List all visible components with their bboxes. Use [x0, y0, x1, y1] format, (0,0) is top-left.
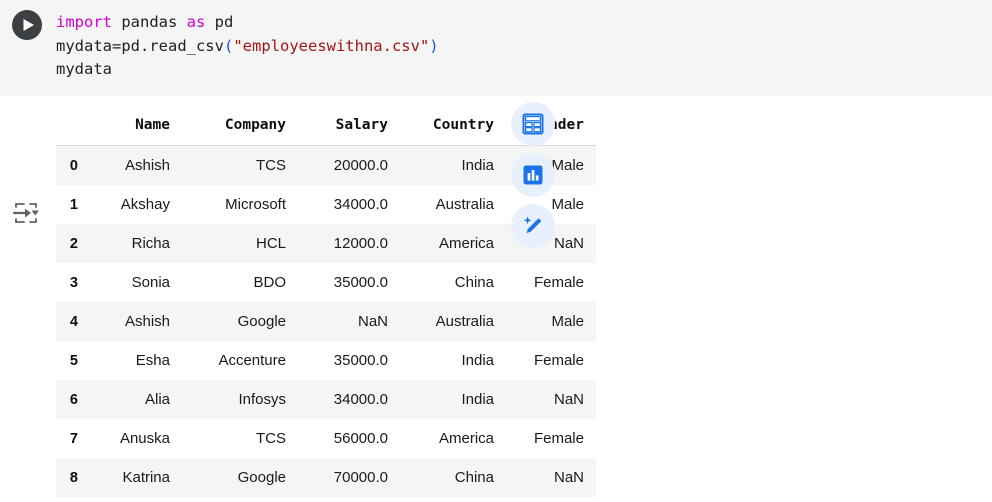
suggest-code-button[interactable]: [511, 204, 555, 248]
generate-charts-button[interactable]: [511, 153, 555, 197]
cell-name: Akshay: [84, 185, 182, 224]
cell-salary: 70000.0: [298, 458, 400, 497]
cell-name: Ashish: [84, 146, 182, 186]
table-row: 4AshishGoogleNaNAustraliaMale: [56, 302, 596, 341]
cell-country: Australia: [400, 302, 506, 341]
cell-salary: 35000.0: [298, 263, 400, 302]
play-icon: [12, 10, 42, 40]
output-action-buttons: [511, 102, 555, 248]
table-row: 6AliaInfosys34000.0IndiaNaN: [56, 380, 596, 419]
cell-company: TCS: [182, 146, 298, 186]
cell-salary: 12000.0: [298, 224, 400, 263]
cell-salary: 20000.0: [298, 146, 400, 186]
cell-gender: Female: [506, 341, 596, 380]
cell-gender: Female: [506, 419, 596, 458]
code-editor[interactable]: import pandas as pdmydata=pd.read_csv("e…: [56, 11, 439, 82]
cell-company: Accenture: [182, 341, 298, 380]
row-index: 1: [56, 185, 84, 224]
cell-gender: Male: [506, 302, 596, 341]
row-index: 0: [56, 146, 84, 186]
code-token-pln: mydata=pd.read_csv: [56, 37, 224, 55]
bar-chart-icon: [521, 163, 545, 187]
code-token-kw: import: [56, 13, 112, 31]
code-cell: import pandas as pdmydata=pd.read_csv("e…: [0, 0, 992, 96]
row-index: 3: [56, 263, 84, 302]
cell-name: Sonia: [84, 263, 182, 302]
code-token-par: (: [224, 37, 233, 55]
row-index: 4: [56, 302, 84, 341]
cell-salary: 35000.0: [298, 341, 400, 380]
cell-name: Anuska: [84, 419, 182, 458]
column-header-company: Company: [182, 104, 298, 146]
table-row: 5EshaAccenture35000.0IndiaFemale: [56, 341, 596, 380]
code-token-pln: pd: [205, 13, 233, 31]
column-header-index: [56, 104, 84, 146]
cell-salary: NaN: [298, 302, 400, 341]
cell-name: Richa: [84, 224, 182, 263]
cell-name: Katrina: [84, 458, 182, 497]
cell-country: India: [400, 341, 506, 380]
cell-name: Alia: [84, 380, 182, 419]
code-token-par: ): [429, 37, 438, 55]
cell-company: Google: [182, 458, 298, 497]
view-as-table-button[interactable]: [511, 102, 555, 146]
table-row: 7AnuskaTCS56000.0AmericaFemale: [56, 419, 596, 458]
cell-country: India: [400, 380, 506, 419]
cell-gender: NaN: [506, 458, 596, 497]
cell-company: TCS: [182, 419, 298, 458]
cell-country: China: [400, 458, 506, 497]
table-view-icon: [521, 112, 545, 136]
table-row: 8KatrinaGoogle70000.0ChinaNaN: [56, 458, 596, 497]
cell-country: China: [400, 263, 506, 302]
cell-company: BDO: [182, 263, 298, 302]
cell-company: Microsoft: [182, 185, 298, 224]
cell-country: Australia: [400, 185, 506, 224]
code-line: mydata=pd.read_csv("employeeswithna.csv"…: [56, 35, 439, 59]
cell-salary: 34000.0: [298, 185, 400, 224]
code-token-pln: pandas: [112, 13, 187, 31]
cell-name: Ashish: [84, 302, 182, 341]
code-token-pln: mydata: [56, 60, 112, 78]
row-index: 5: [56, 341, 84, 380]
code-token-kw: as: [187, 13, 206, 31]
cell-company: Google: [182, 302, 298, 341]
output-toggle-icon[interactable]: [12, 200, 40, 226]
cell-country: India: [400, 146, 506, 186]
cell-gender: NaN: [506, 380, 596, 419]
cell-salary: 56000.0: [298, 419, 400, 458]
table-row: 3SoniaBDO35000.0ChinaFemale: [56, 263, 596, 302]
row-index: 2: [56, 224, 84, 263]
column-header-salary: Salary: [298, 104, 400, 146]
cell-country: America: [400, 419, 506, 458]
run-cell-button[interactable]: [12, 10, 42, 40]
row-index: 8: [56, 458, 84, 497]
row-index: 6: [56, 380, 84, 419]
cell-country: America: [400, 224, 506, 263]
code-line: import pandas as pd: [56, 11, 439, 35]
column-header-name: Name: [84, 104, 182, 146]
column-header-country: Country: [400, 104, 506, 146]
cell-name: Esha: [84, 341, 182, 380]
cell-company: HCL: [182, 224, 298, 263]
code-line: mydata: [56, 58, 439, 82]
cell-gender: Female: [506, 263, 596, 302]
magic-wand-icon: [521, 214, 545, 238]
code-token-str: "employeeswithna.csv": [233, 37, 429, 55]
cell-salary: 34000.0: [298, 380, 400, 419]
row-index: 7: [56, 419, 84, 458]
cell-output-area: NameCompanySalaryCountryGender 0AshishTC…: [0, 96, 992, 502]
cell-company: Infosys: [182, 380, 298, 419]
